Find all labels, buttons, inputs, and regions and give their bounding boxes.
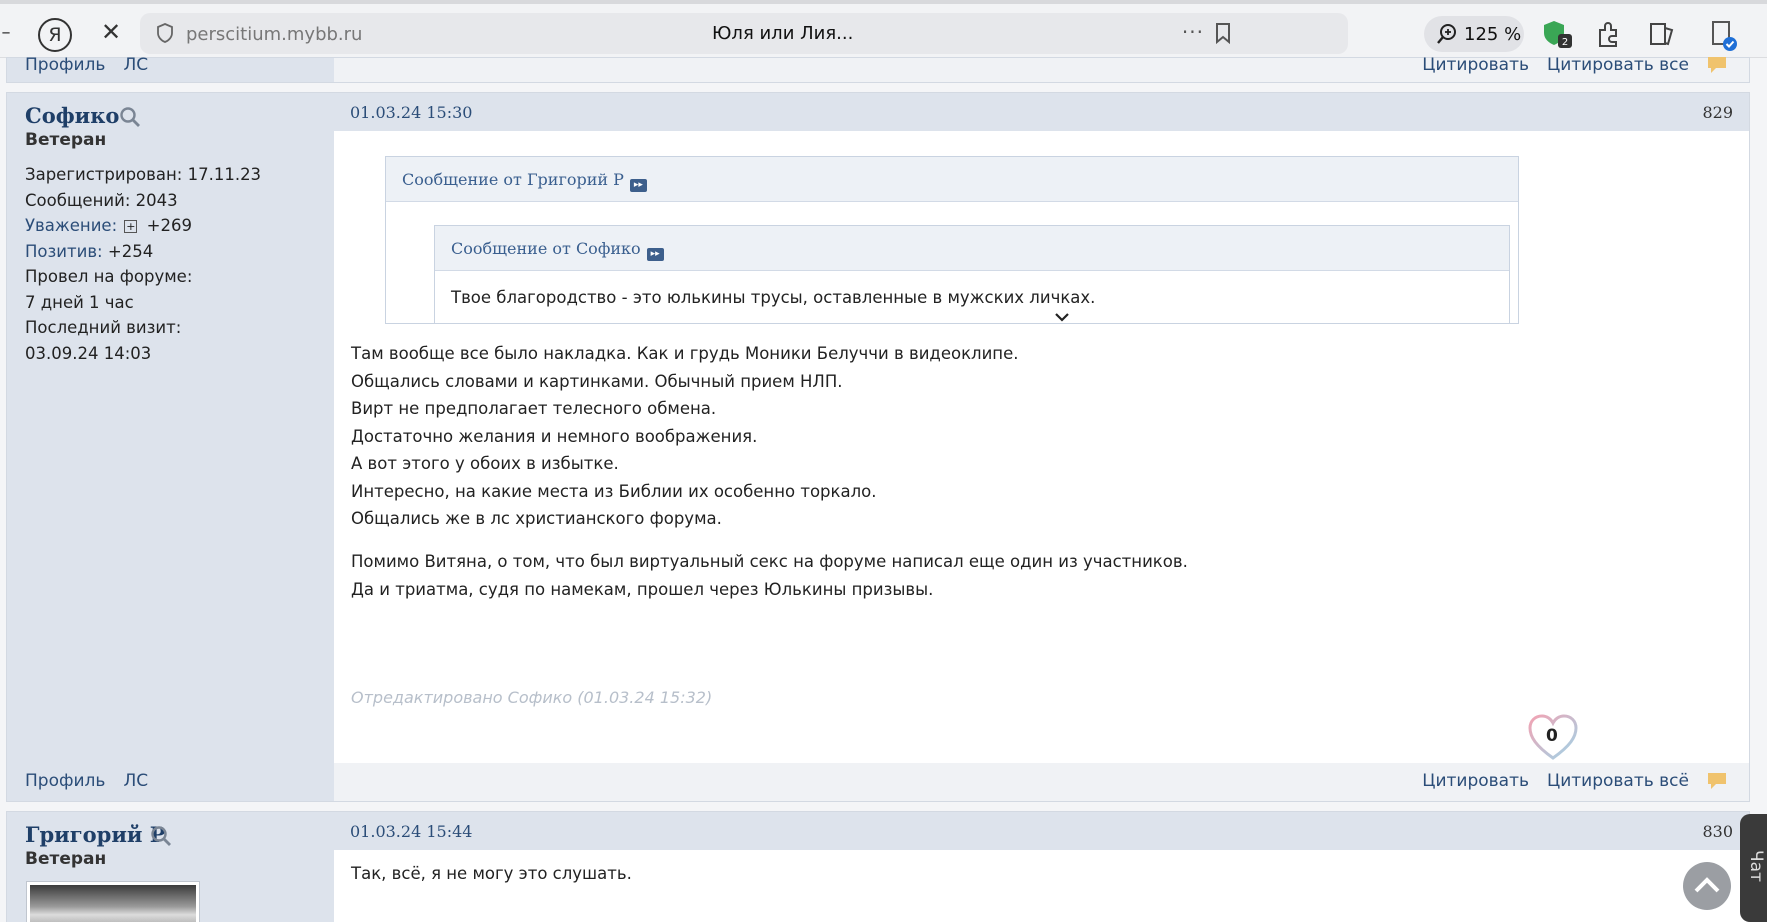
post-number: 830 bbox=[1702, 822, 1733, 841]
zoom-indicator[interactable]: 125 % bbox=[1424, 16, 1524, 52]
scroll-to-top-button[interactable] bbox=[1683, 862, 1731, 910]
post-sidebar: Григорий Р Ветеран bbox=[7, 812, 334, 922]
like-count: 0 bbox=[1546, 726, 1558, 746]
author-rank: Ветеран bbox=[25, 130, 107, 150]
quote-author: Сообщение от Григорий Р bbox=[402, 170, 624, 189]
post-body-line: Интересно, на какие места из Библии их о… bbox=[351, 481, 877, 501]
zoom-icon bbox=[1437, 24, 1456, 44]
quote-block: Сообщение от Григорий Р ▸▸ Сообщение от С… bbox=[385, 156, 1519, 324]
chat-tab[interactable]: Чат bbox=[1740, 814, 1767, 922]
shield-icon bbox=[157, 23, 173, 43]
respect-row: Уважение: + +269 bbox=[25, 213, 261, 239]
yandex-logo-button[interactable]: Я bbox=[38, 18, 72, 52]
post-date[interactable]: 01.03.24 15:44 bbox=[350, 822, 472, 841]
address-bar[interactable]: perscitium.mybb.ru Юля или Лия... ··· bbox=[140, 13, 1348, 54]
registered-date: Зарегистрирован: 17.11.23 bbox=[25, 165, 262, 184]
quote-header: Сообщение от Софико ▸▸ bbox=[435, 226, 1509, 271]
quote-header: Сообщение от Григорий Р ▸▸ bbox=[386, 157, 1518, 202]
author-name[interactable]: Григорий Р bbox=[25, 822, 166, 847]
previous-post-footer: Профиль ЛС Цитировать Цитировать все bbox=[6, 55, 1750, 83]
post-body-line: Да и триатма, судя по намекам, прошел че… bbox=[351, 579, 934, 599]
post-body-line: А вот этого у обоих в избытке. bbox=[351, 454, 619, 473]
post-main: 01.03.24 15:30 829 Сообщение от Григорий… bbox=[334, 93, 1749, 801]
post-date[interactable]: 01.03.24 15:30 bbox=[350, 103, 472, 122]
post-header: 01.03.24 15:30 829 bbox=[334, 93, 1749, 131]
post-body-line: Вирт не предполагает телесного обмена. bbox=[351, 399, 717, 418]
jump-to-post-icon[interactable]: ▸▸ bbox=[629, 179, 647, 192]
last-visit-label: Последний визит: bbox=[25, 318, 182, 337]
avatar[interactable] bbox=[27, 882, 199, 922]
respect-link[interactable]: Уважение: bbox=[25, 216, 117, 235]
quote-text: Твое благородство - это юлькины трусы, о… bbox=[451, 288, 1096, 307]
extensions-icon[interactable] bbox=[1592, 18, 1624, 50]
author-links: Профиль ЛС bbox=[25, 771, 148, 791]
post-body-text: Так, всё, я не могу это слушать. bbox=[351, 864, 632, 883]
bookmark-icon[interactable] bbox=[1214, 22, 1232, 44]
post-actions: Цитировать Цитировать всё bbox=[1422, 771, 1727, 791]
post-main: 01.03.24 15:44 830 Так, всё, я не могу э… bbox=[334, 812, 1749, 922]
author-info: Зарегистрирован: 17.11.23 Сообщений: 204… bbox=[25, 162, 261, 366]
post-actions: Цитировать Цитировать все bbox=[1422, 55, 1727, 75]
profile-sync-icon[interactable] bbox=[1706, 18, 1738, 52]
message-count: Сообщений: 2043 bbox=[25, 190, 178, 210]
profile-link[interactable]: Профиль bbox=[25, 771, 105, 791]
back-button[interactable]: – bbox=[0, 22, 12, 43]
positive-value: +254 bbox=[107, 241, 154, 261]
plus-icon[interactable]: + bbox=[124, 220, 138, 233]
stop-loading-button[interactable]: ✕ bbox=[98, 18, 124, 46]
post-body-line: Там вообще все было накладка. Как и груд… bbox=[351, 344, 1019, 363]
reader-icon[interactable] bbox=[1645, 18, 1677, 50]
quote-button[interactable]: Цитировать bbox=[1422, 771, 1529, 791]
post-body-paragraph: Помимо Витяна, о том, что был виртуальны… bbox=[351, 548, 1188, 603]
report-icon[interactable] bbox=[1707, 56, 1727, 74]
post-footer: Профиль ЛС Цитировать Цитировать всё bbox=[7, 763, 1749, 801]
quote-all-button[interactable]: Цитировать все bbox=[1547, 55, 1689, 75]
post-body-line: Общались же в лс христианского форума. bbox=[351, 509, 722, 528]
forum-thread: Профиль ЛС Цитировать Цитировать все Соф… bbox=[6, 55, 1750, 922]
post-sidebar: Софико Ветеран Зарегистрирован: 17.11.23… bbox=[7, 93, 334, 801]
author-name[interactable]: Софико bbox=[25, 103, 119, 128]
forum-post: Григорий Р Ветеран 01.03.24 15:44 830 Та… bbox=[6, 811, 1750, 922]
profile-link[interactable]: Профиль bbox=[25, 55, 105, 75]
post-number: 829 bbox=[1702, 103, 1733, 122]
author-links: Профиль ЛС bbox=[25, 55, 148, 75]
url-text[interactable]: perscitium.mybb.ru bbox=[186, 24, 362, 45]
post-body-line: Помимо Витяна, о том, что был виртуальны… bbox=[351, 552, 1188, 571]
chevron-down-icon[interactable] bbox=[1054, 311, 1070, 323]
jump-to-post-icon[interactable]: ▸▸ bbox=[646, 248, 664, 261]
scrollbar[interactable] bbox=[1752, 59, 1767, 922]
browser-toolbar: – Я ✕ perscitium.mybb.ru Юля или Лия... … bbox=[0, 0, 1767, 58]
post-body-line: Достаточно желания и немного воображения… bbox=[351, 426, 758, 446]
edited-note: Отредактировано Софико (01.03.24 15:32) bbox=[351, 688, 713, 707]
pm-link[interactable]: ЛС bbox=[123, 771, 148, 791]
post-body-line: Общались словами и картинками. Обычный п… bbox=[351, 371, 843, 391]
report-icon[interactable] bbox=[1707, 772, 1727, 790]
search-icon[interactable] bbox=[119, 106, 141, 128]
page-title: Юля или Лия... bbox=[712, 23, 854, 44]
pm-link[interactable]: ЛС bbox=[123, 55, 148, 75]
quote-button[interactable]: Цитировать bbox=[1422, 55, 1529, 75]
last-visit-value: 03.09.24 14:03 bbox=[25, 343, 152, 363]
zoom-level: 125 % bbox=[1464, 23, 1522, 45]
search-icon[interactable] bbox=[150, 825, 172, 847]
author-rank: Ветеран bbox=[25, 849, 107, 869]
quote-author: Сообщение от Софико bbox=[451, 239, 641, 258]
svg-text:2: 2 bbox=[1562, 37, 1568, 48]
positive-link[interactable]: Позитив: bbox=[25, 242, 103, 261]
forum-post: Софико Ветеран Зарегистрирован: 17.11.23… bbox=[6, 92, 1750, 802]
post-body-paragraph: Там вообще все было накладка. Как и груд… bbox=[351, 340, 1019, 533]
time-on-forum-value: 7 дней 1 час bbox=[25, 292, 134, 312]
positive-row: Позитив: +254 bbox=[25, 239, 261, 265]
quote-all-button[interactable]: Цитировать всё bbox=[1547, 771, 1689, 791]
chevron-up-icon bbox=[1694, 877, 1720, 893]
nested-quote-block: Сообщение от Софико ▸▸ Твое благородство … bbox=[434, 225, 1510, 323]
protect-extension-icon[interactable]: 2 bbox=[1540, 18, 1574, 50]
respect-value: +269 bbox=[146, 216, 192, 235]
chat-label: Чат bbox=[1746, 850, 1766, 882]
more-menu-button[interactable]: ··· bbox=[1182, 20, 1204, 44]
post-header: 01.03.24 15:44 830 bbox=[334, 812, 1749, 850]
time-on-forum-label: Провел на форуме: bbox=[25, 267, 193, 286]
